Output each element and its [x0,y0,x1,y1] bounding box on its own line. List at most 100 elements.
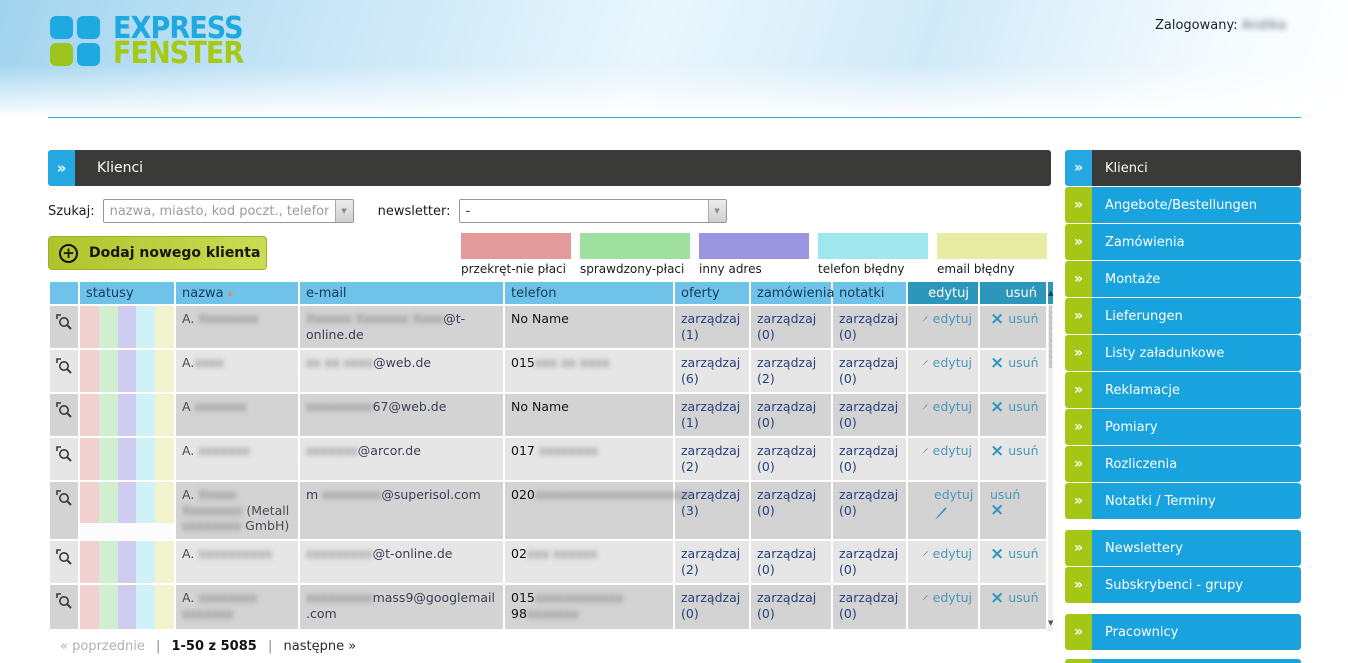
manage-offers-link[interactable]: zarządzaj(2) [681,546,743,577]
manage-orders-link[interactable]: zarządzaj(0) [757,311,825,342]
delete-link[interactable]: ×usuń [986,311,1040,327]
search-combobox[interactable]: ▼ [103,199,354,223]
table-row: A xxxxxxx xxxxxxxxx67@web.de No Name zar… [50,394,1046,436]
manage-offers-link[interactable]: zarządzaj(6) [681,355,743,386]
header-statusy[interactable]: statusy [80,282,174,304]
edit-link[interactable]: edytuj [922,443,972,459]
row-status-cell [80,541,174,583]
legend-swatch-bad-email [937,233,1047,259]
sidebar-item-pomiary[interactable]: » Pomiary [1065,409,1301,445]
header-oferty[interactable]: oferty [675,282,749,304]
edit-link[interactable]: edytuj [922,546,972,562]
row-preview-icon[interactable] [56,593,73,614]
page-title: Klienci [75,150,1051,186]
customer-phone-cell: 015xxxxxxxxxxxx98xxxxxxx [505,585,673,629]
scrollbar-thumb[interactable] [1049,306,1052,368]
sidebar-item-klienci[interactable]: » Klienci [1065,150,1301,186]
customer-email-cell: xxxxxxxxxmass9@googlemail.com [300,585,503,629]
delete-link[interactable]: ×usuń [986,546,1040,562]
row-preview-icon[interactable] [56,549,73,570]
scroll-down-icon[interactable]: ▼ [1048,615,1053,631]
manage-orders-link[interactable]: zarządzaj(0) [757,399,825,430]
chevron-double-icon: » [1065,446,1092,482]
row-preview-icon[interactable] [56,446,73,467]
manage-notes-link[interactable]: zarządzaj(0) [839,355,900,386]
row-preview-icon[interactable] [56,490,73,511]
legend-swatch-verified [580,233,690,259]
manage-orders-link[interactable]: zarządzaj(0) [757,487,825,518]
header-notatki[interactable]: notatki [833,282,906,304]
header-telefon[interactable]: telefon [505,282,673,304]
manage-notes-link[interactable]: zarządzaj(0) [839,311,900,342]
action-row: + Dodaj nowego klienta przekręt-nie płac… [48,233,1051,280]
add-customer-button[interactable]: + Dodaj nowego klienta [48,236,267,270]
sidebar-item-clipped[interactable]: » [1065,659,1301,663]
manage-offers-link[interactable]: zarządzaj(0) [681,590,743,621]
row-preview-icon[interactable] [56,358,73,379]
pencil-icon [922,443,929,458]
manage-offers-link[interactable]: zarządzaj(3) [681,487,743,518]
sidebar-item-zamowienia[interactable]: » Zamówienia [1065,224,1301,260]
edit-link[interactable]: edytuj [922,590,972,606]
delete-x-icon: × [990,312,1004,326]
table-row: A. Xxxxx Xxxxxxxx (Metall xxxxxxxx GmbH)… [50,482,1046,539]
legend-swatch-other-address [699,233,809,259]
sidebar-item-subskrybenci-grupy[interactable]: » Subskrybenci - grupy [1065,567,1301,603]
sidebar-item-listy-zaladunkowe[interactable]: » Listy załadunkowe [1065,335,1301,371]
manage-notes-link[interactable]: zarządzaj(0) [839,546,900,577]
newsletter-selected-value: - [460,200,708,222]
row-preview-icon[interactable] [56,314,73,335]
sidebar-gap [1065,520,1301,530]
sidebar-item-montaze[interactable]: » Montaże [1065,261,1301,297]
manage-offers-link[interactable]: zarządzaj(1) [681,399,743,430]
delete-link[interactable]: ×usuń [986,399,1040,415]
edit-link[interactable]: edytuj [922,399,972,415]
manage-offers-link[interactable]: zarządzaj(2) [681,443,743,474]
table-scrollbar[interactable]: ▲ ▼ [1048,282,1053,631]
delete-link[interactable]: ×usuń [986,443,1040,459]
sidebar-item-newslettery[interactable]: » Newslettery [1065,530,1301,566]
legend-item: przekręt-nie płaci [461,233,571,276]
manage-orders-link[interactable]: zarządzaj(0) [757,546,825,577]
edit-link[interactable]: edytuj [922,355,972,371]
manage-notes-link[interactable]: zarządzaj(0) [839,399,900,430]
manage-notes-link[interactable]: zarządzaj(0) [839,487,900,518]
header-nazwa[interactable]: nazwa▲ [176,282,298,304]
chevron-double-icon: » [1065,530,1092,566]
edit-link[interactable]: edytuj [922,487,972,520]
sidebar-item-rozliczenia[interactable]: » Rozliczenia [1065,446,1301,482]
manage-orders-link[interactable]: zarządzaj(0) [757,590,825,621]
manage-orders-link[interactable]: zarządzaj(0) [757,443,825,474]
newsletter-dropdown-arrow-icon[interactable]: ▼ [708,200,726,222]
pagination-next[interactable]: następne » [284,639,357,654]
sidebar-item-notatki-terminy[interactable]: » Notatki / Terminy [1065,483,1301,519]
sidebar-item-lieferungen[interactable]: » Lieferungen [1065,298,1301,334]
logged-in-status: Zalogowany: Andika [1155,18,1286,33]
header-zamowienia[interactable]: zamówienia [751,282,831,304]
delete-link[interactable]: ×usuń [986,590,1040,606]
chevron-double-icon: » [1065,409,1092,445]
header-email[interactable]: e-mail [300,282,503,304]
delete-link[interactable]: usuń× [986,487,1040,517]
delete-link[interactable]: ×usuń [986,355,1040,371]
header-edytuj: edytuj [908,282,978,304]
chevron-double-icon: » [1065,261,1092,297]
manage-notes-link[interactable]: zarządzaj(0) [839,590,900,621]
sidebar-item-pracownicy[interactable]: » Pracownicy [1065,614,1301,650]
pagination: « poprzednie | 1-50 z 5085 | następne » [48,639,1051,654]
row-preview-icon[interactable] [56,402,73,423]
row-status-cell [80,438,174,480]
manage-notes-link[interactable]: zarządzaj(0) [839,443,900,474]
sidebar-item-angebote-bestellungen[interactable]: » Angebote/Bestellungen [1065,187,1301,223]
customer-phone-cell: No Name [505,306,673,348]
search-dropdown-arrow-icon[interactable]: ▼ [335,200,353,222]
search-input[interactable] [104,200,335,222]
newsletter-select[interactable]: - ▼ [459,199,727,223]
manage-offers-link[interactable]: zarządzaj(1) [681,311,743,342]
sidebar-item-reklamacje[interactable]: » Reklamacje [1065,372,1301,408]
logged-in-label: Zalogowany: [1155,18,1238,33]
edit-link[interactable]: edytuj [922,311,972,327]
scroll-up-icon[interactable]: ▲ [1048,282,1053,304]
customer-phone-cell: 020xxxxxxxxxxxxxxxxxxxxx [505,482,673,539]
manage-orders-link[interactable]: zarządzaj(2) [757,355,825,386]
